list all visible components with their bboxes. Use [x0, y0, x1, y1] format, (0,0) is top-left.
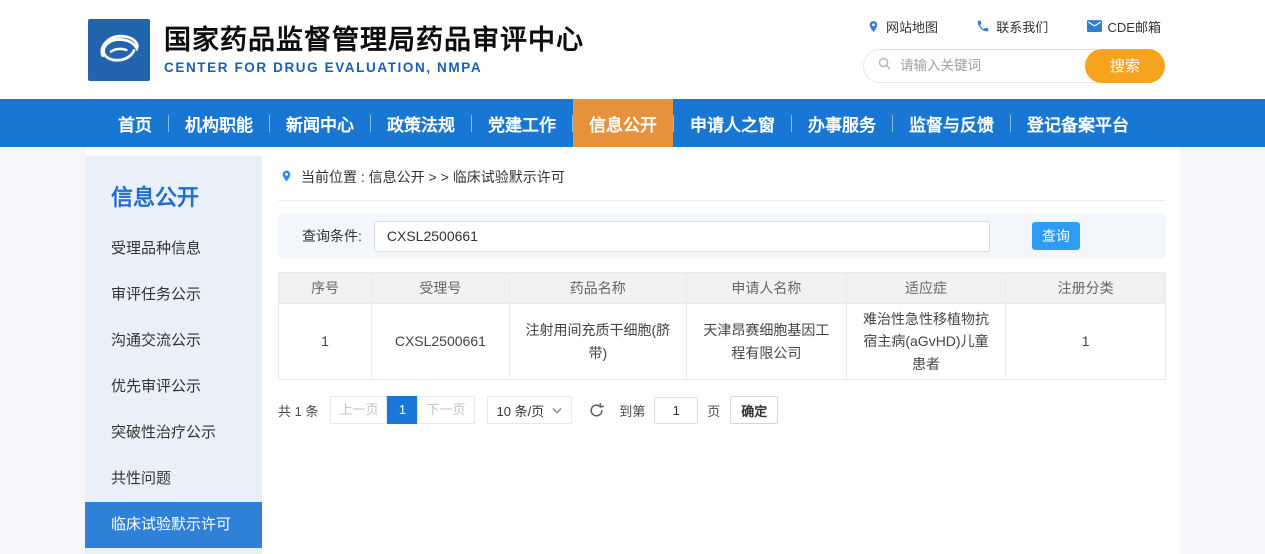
- nav-item-functions[interactable]: 机构职能: [169, 99, 269, 147]
- sidebar: 信息公开 受理品种信息 审评任务公示 沟通交流公示 优先审评公示 突破性治疗公示…: [85, 156, 262, 554]
- cde-logo-icon[interactable]: [88, 19, 150, 81]
- nav-item-party[interactable]: 党建工作: [472, 99, 572, 147]
- link-contact-label: 联系我们: [996, 17, 1048, 36]
- col-header-acceptance-no: 受理号: [372, 273, 509, 304]
- pager: 上一页 1 下一页: [330, 396, 474, 424]
- location-pin-icon: [867, 19, 880, 34]
- nav-item-registration-platform[interactable]: 登记备案平台: [1011, 99, 1145, 147]
- cell-indication: 难治性急性移植物抗宿主病(aGvHD)儿童患者: [846, 304, 1006, 380]
- site-header: 国家药品监督管理局药品审评中心 CENTER FOR DRUG EVALUATI…: [0, 0, 1265, 99]
- cell-acceptance-no: CXSL2500661: [372, 304, 509, 380]
- pagination-total: 共 1 条: [278, 401, 318, 420]
- sidebar-item-communication[interactable]: 沟通交流公示: [85, 318, 262, 364]
- sidebar-item-clinical-trial-implied-license[interactable]: 临床试验默示许可: [85, 502, 262, 548]
- query-label: 查询条件:: [302, 226, 362, 246]
- results-table: 序号 受理号 药品名称 申请人名称 适应症 注册分类 1 CXSL2500661…: [278, 272, 1166, 380]
- page-body: 信息公开 受理品种信息 审评任务公示 沟通交流公示 优先审评公示 突破性治疗公示…: [0, 147, 1265, 554]
- cell-drug-name: 注射用间充质干细胞(脐带): [509, 304, 686, 380]
- sidebar-item-accepted-varieties[interactable]: 受理品种信息: [85, 226, 262, 272]
- site-subtitle: CENTER FOR DRUG EVALUATION, NMPA: [164, 60, 584, 75]
- brand: 国家药品监督管理局药品审评中心 CENTER FOR DRUG EVALUATI…: [88, 19, 584, 81]
- site-search-button[interactable]: 搜索: [1085, 49, 1165, 83]
- sidebar-item-breakthrough-therapy[interactable]: 突破性治疗公示: [85, 410, 262, 456]
- query-button[interactable]: 查询: [1032, 222, 1080, 250]
- chevron-down-icon: [552, 407, 562, 414]
- col-header-indication: 适应症: [846, 273, 1006, 304]
- nav-item-news[interactable]: 新闻中心: [270, 99, 370, 147]
- col-header-index: 序号: [279, 273, 372, 304]
- page-size-value: 10 条/页: [497, 401, 545, 420]
- brand-text: 国家药品监督管理局药品审评中心 CENTER FOR DRUG EVALUATI…: [164, 24, 584, 76]
- quick-links: 网站地图 联系我们 CDE邮箱: [863, 17, 1165, 36]
- site-search-input[interactable]: [900, 58, 1080, 73]
- goto-confirm-button[interactable]: 确定: [730, 396, 778, 424]
- page-size-select[interactable]: 10 条/页: [487, 396, 573, 424]
- cell-applicant: 天津昂赛细胞基因工程有限公司: [687, 304, 847, 380]
- nav-item-home[interactable]: 首页: [102, 99, 168, 147]
- next-page-button[interactable]: 下一页: [417, 396, 474, 424]
- col-header-registration-class: 注册分类: [1006, 273, 1166, 304]
- goto-page-input[interactable]: [654, 397, 698, 424]
- main-nav: 首页 机构职能 新闻中心 政策法规 党建工作 信息公开 申请人之窗 办事服务 监…: [0, 99, 1265, 147]
- site-search: 搜索: [863, 49, 1165, 83]
- table-header-row: 序号 受理号 药品名称 申请人名称 适应症 注册分类: [279, 273, 1166, 304]
- link-cde-mail[interactable]: CDE邮箱: [1087, 17, 1161, 36]
- page-number-1[interactable]: 1: [387, 396, 417, 424]
- sidebar-item-common-issues[interactable]: 共性问题: [85, 456, 262, 502]
- nav-item-services[interactable]: 办事服务: [792, 99, 892, 147]
- mail-icon: [1087, 20, 1102, 32]
- breadcrumb-pin-icon: [280, 168, 293, 187]
- link-sitemap[interactable]: 网站地图: [867, 17, 938, 36]
- cell-registration-class: 1: [1006, 304, 1166, 380]
- goto-suffix: 页: [707, 401, 720, 420]
- col-header-applicant: 申请人名称: [687, 273, 847, 304]
- search-icon: [877, 56, 892, 76]
- sidebar-item-priority-review[interactable]: 优先审评公示: [85, 364, 262, 410]
- phone-icon: [976, 19, 990, 33]
- nav-item-info-disclosure[interactable]: 信息公开: [573, 99, 673, 147]
- sidebar-item-review-tasks[interactable]: 审评任务公示: [85, 272, 262, 318]
- prev-page-button[interactable]: 上一页: [330, 396, 387, 424]
- cell-index: 1: [279, 304, 372, 380]
- content: 当前位置 : 信息公开 > > 临床试验默示许可 查询条件: 查询 序号 受理号…: [262, 156, 1180, 554]
- nav-item-applicant-window[interactable]: 申请人之窗: [674, 99, 791, 147]
- col-header-drug-name: 药品名称: [509, 273, 686, 304]
- goto-prefix: 到第: [619, 401, 645, 420]
- main-panel: 信息公开 受理品种信息 审评任务公示 沟通交流公示 优先审评公示 突破性治疗公示…: [85, 147, 1180, 554]
- link-contact[interactable]: 联系我们: [976, 17, 1048, 36]
- header-right: 网站地图 联系我们 CDE邮箱 搜索: [863, 17, 1165, 83]
- sidebar-title: 信息公开: [85, 172, 262, 226]
- query-input[interactable]: [374, 221, 990, 252]
- pagination: 共 1 条 上一页 1 下一页 10 条/页 到第 页 确定: [278, 396, 1166, 424]
- nav-item-supervision[interactable]: 监督与反馈: [893, 99, 1010, 147]
- link-cde-mail-label: CDE邮箱: [1108, 17, 1161, 36]
- query-bar: 查询条件: 查询: [278, 214, 1166, 258]
- refresh-icon[interactable]: [588, 402, 605, 419]
- link-sitemap-label: 网站地图: [886, 17, 938, 36]
- breadcrumb: 当前位置 : 信息公开 > > 临床试验默示许可: [278, 158, 1166, 201]
- sidebar-item-marketed-drugs[interactable]: 上市药品信息: [85, 548, 262, 554]
- nav-item-policy[interactable]: 政策法规: [371, 99, 471, 147]
- site-title: 国家药品监督管理局药品审评中心: [164, 24, 584, 58]
- breadcrumb-text: 当前位置 : 信息公开 > > 临床试验默示许可: [301, 167, 565, 187]
- table-row: 1 CXSL2500661 注射用间充质干细胞(脐带) 天津昂赛细胞基因工程有限…: [279, 304, 1166, 380]
